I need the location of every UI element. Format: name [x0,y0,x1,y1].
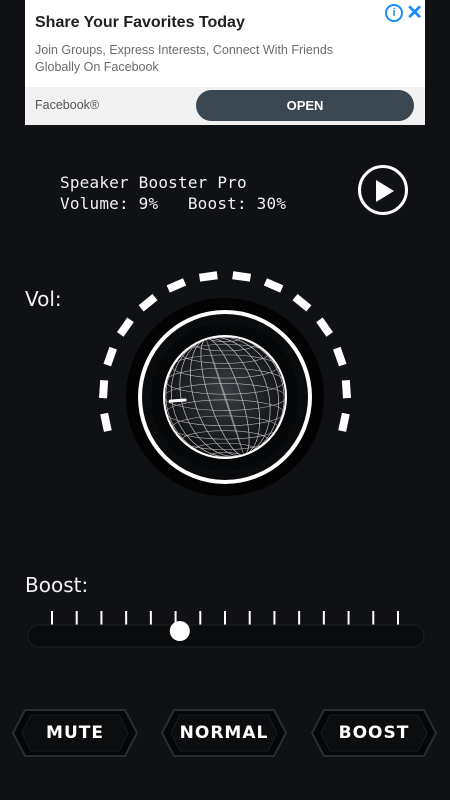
ad-title[interactable]: Share Your Favorites Today [35,14,245,32]
ad-open-button[interactable]: OPEN [196,90,414,121]
volume-dial-dash [166,278,187,293]
knob-pointer [168,398,187,403]
volume-dial-dash [341,379,351,399]
boost-button-label: BOOST [338,723,410,743]
boost-label: Boost: [25,573,89,597]
volume-dial-dash [99,379,109,399]
volume-dial-dash [263,278,284,293]
volume-dial-dash [198,271,218,282]
volume-label: Vol: [25,287,62,311]
close-icon[interactable]: ✕ [406,0,423,25]
play-button[interactable] [358,165,408,215]
volume-dial-dash [103,346,117,367]
volume-dial-dash [292,294,312,312]
ad-footer: Facebook® OPEN [25,87,425,125]
app-title: Speaker Booster Pro [60,173,247,192]
normal-button[interactable]: NORMAL [160,708,288,758]
boost-slider[interactable] [28,605,428,655]
volume-dial-dash [138,294,158,312]
volume-dial-dash [338,412,350,432]
stats-line: Volume: 9% Boost: 30% [60,194,286,213]
volume-dial-dash [117,317,134,337]
ad-body: Join Groups, Express Interests, Connect … [35,43,334,74]
volume-dial-dash [316,317,333,337]
boost-readout: Boost: 30% [187,194,287,213]
mute-button[interactable]: MUTE [11,708,139,758]
volume-dial-dash [232,271,252,282]
mute-button-label: MUTE [46,723,104,743]
info-icon[interactable]: i [385,4,403,22]
volume-readout: Volume: 9% [60,194,159,213]
normal-button-label: NORMAL [179,723,269,743]
ad-brand: Facebook® [35,98,100,112]
boost-slider-ticks [51,611,399,625]
ad-banner[interactable]: Share Your Favorites Today Join Groups, … [25,0,425,125]
volume-dial-dash [333,346,347,367]
boost-button[interactable]: BOOST [310,708,438,758]
volume-knob[interactable] [80,255,370,505]
boost-slider-thumb[interactable] [169,621,190,641]
volume-dial-dash [100,412,112,432]
play-icon [376,180,394,202]
boost-slider-track [28,624,425,648]
